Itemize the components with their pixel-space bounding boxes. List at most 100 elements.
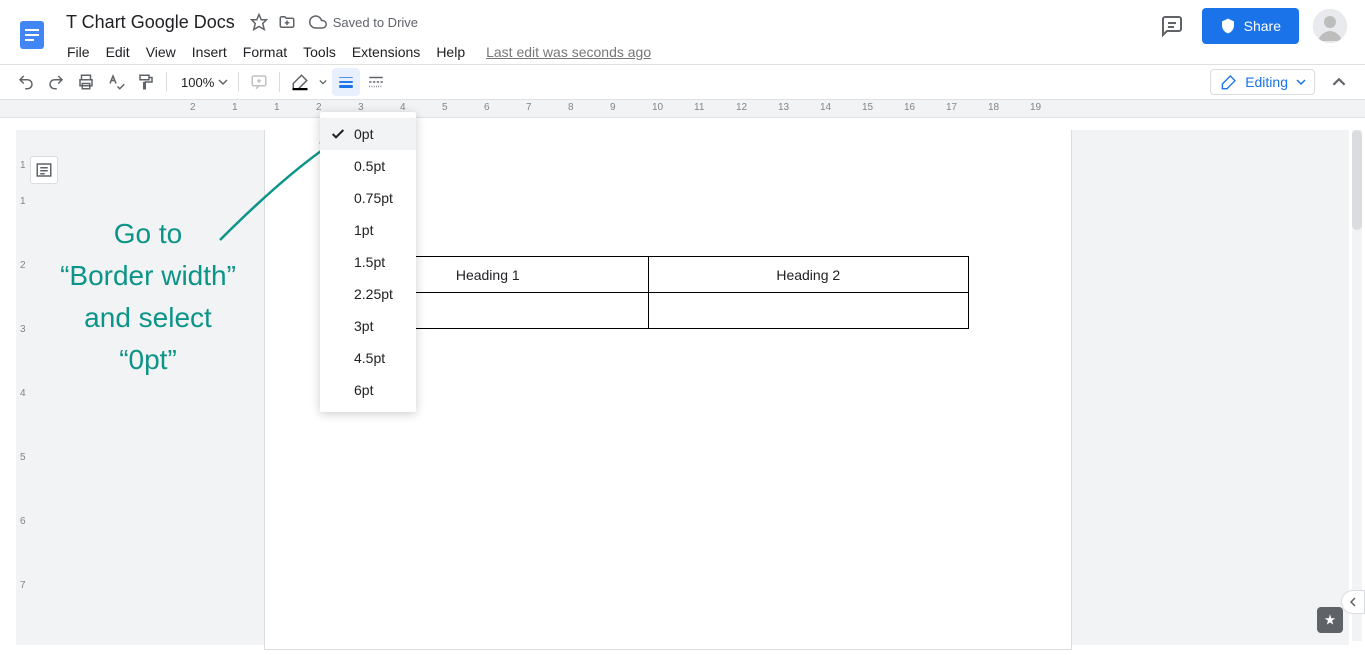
menu-format[interactable]: Format <box>236 40 294 64</box>
border-width-option-label: 4.5pt <box>354 350 385 366</box>
move-icon[interactable] <box>277 12 297 32</box>
ruler-tick: 1 <box>20 160 26 171</box>
border-width-option-label: 6pt <box>354 382 373 398</box>
ruler-tick: 7 <box>526 102 532 113</box>
ruler-tick: 10 <box>652 102 663 113</box>
outline-icon[interactable] <box>30 156 58 184</box>
ruler-tick: 6 <box>484 102 490 113</box>
add-comment-icon[interactable] <box>245 68 273 96</box>
horizontal-ruler[interactable]: 2112345678910111213141516171819 <box>0 100 1365 118</box>
ruler-tick: 12 <box>736 102 747 113</box>
undo-icon[interactable] <box>12 68 40 96</box>
annotation-line: “Border width” <box>28 255 268 297</box>
explore-icon[interactable] <box>1317 607 1343 633</box>
border-width-option-label: 0.75pt <box>354 190 393 206</box>
print-icon[interactable] <box>72 68 100 96</box>
titlebar: T Chart Google Docs Saved to Drive File … <box>0 0 1365 64</box>
border-width-option[interactable]: 0pt <box>320 118 416 150</box>
menu-insert[interactable]: Insert <box>185 40 234 64</box>
paint-format-icon[interactable] <box>132 68 160 96</box>
border-width-option-label: 0pt <box>354 126 373 142</box>
scrollbar-thumb[interactable] <box>1352 130 1362 230</box>
save-status: Saved to Drive <box>309 13 418 31</box>
ruler-tick: 9 <box>610 102 616 113</box>
ruler-tick: 8 <box>568 102 574 113</box>
share-label: Share <box>1244 18 1281 34</box>
border-width-option[interactable]: 1.5pt <box>320 246 416 278</box>
ruler-tick: 4 <box>20 388 26 399</box>
zoom-select[interactable]: 100% <box>173 75 232 90</box>
spellcheck-icon[interactable] <box>102 68 130 96</box>
ruler-tick: 2 <box>20 260 26 271</box>
ruler-tick: 5 <box>20 452 26 463</box>
ruler-tick: 1 <box>274 102 280 113</box>
redo-icon[interactable] <box>42 68 70 96</box>
ruler-tick: 1 <box>20 196 26 207</box>
workspace: 1 1 2 3 4 5 6 7 <box>16 130 1349 645</box>
vertical-ruler[interactable]: 1 1 2 3 4 5 6 7 <box>16 130 32 645</box>
side-panel-toggle-icon[interactable] <box>1341 590 1365 614</box>
annotation-line: “0pt” <box>28 339 268 381</box>
menu-file[interactable]: File <box>60 40 97 64</box>
menu-view[interactable]: View <box>139 40 183 64</box>
ruler-tick: 5 <box>442 102 448 113</box>
last-edit-link[interactable]: Last edit was seconds ago <box>486 40 651 64</box>
ruler-tick: 1 <box>232 102 238 113</box>
ruler-tick: 7 <box>20 580 26 591</box>
collapse-toolbar-icon[interactable] <box>1325 68 1353 96</box>
border-width-option-label: 0.5pt <box>354 158 385 174</box>
border-width-option[interactable]: 0.75pt <box>320 182 416 214</box>
ruler-tick: 19 <box>1030 102 1041 113</box>
comments-icon[interactable] <box>1156 10 1188 42</box>
star-icon[interactable] <box>249 12 269 32</box>
zoom-value: 100% <box>181 75 214 90</box>
table-heading-2[interactable]: Heading 2 <box>648 257 969 293</box>
annotation-line: and select <box>28 297 268 339</box>
separator <box>238 72 239 92</box>
ruler-tick: 3 <box>20 324 26 335</box>
border-width-option[interactable]: 6pt <box>320 374 416 406</box>
menu-extensions[interactable]: Extensions <box>345 40 427 64</box>
border-width-option[interactable]: 4.5pt <box>320 342 416 374</box>
share-button[interactable]: Share <box>1202 8 1299 44</box>
ruler-tick: 6 <box>20 516 26 527</box>
border-color-dropdown-icon[interactable] <box>316 68 330 96</box>
menu-help[interactable]: Help <box>429 40 472 64</box>
save-status-text: Saved to Drive <box>333 15 418 30</box>
menu-edit[interactable]: Edit <box>99 40 137 64</box>
docs-logo[interactable] <box>12 8 52 62</box>
t-chart-table[interactable]: Heading 1 Heading 2 <box>327 256 969 329</box>
ruler-tick: 16 <box>904 102 915 113</box>
border-width-option[interactable]: 0.5pt <box>320 150 416 182</box>
ruler-tick: 13 <box>778 102 789 113</box>
ruler-tick: 17 <box>946 102 957 113</box>
border-width-dropdown: 0pt 0.5pt 0.75pt 1pt 1.5pt 2.25pt 3pt 4.5pt 6pt <box>320 112 416 412</box>
border-color-icon[interactable] <box>286 68 314 96</box>
ruler-tick: 11 <box>694 102 704 113</box>
border-width-option-label: 1.5pt <box>354 254 385 270</box>
annotation-text: Go to “Border width” and select “0pt” <box>28 213 268 381</box>
ruler-tick: 14 <box>820 102 831 113</box>
avatar[interactable] <box>1313 9 1347 43</box>
ruler-tick: 2 <box>190 102 196 113</box>
doc-title[interactable]: T Chart Google Docs <box>60 10 241 35</box>
border-width-option-label: 2.25pt <box>354 286 393 302</box>
border-width-option[interactable]: 2.25pt <box>320 278 416 310</box>
editing-mode-button[interactable]: Editing <box>1210 69 1315 95</box>
border-dash-icon[interactable] <box>362 68 390 96</box>
annotation-line: Go to <box>28 213 268 255</box>
table-cell[interactable] <box>648 293 969 329</box>
separator <box>166 72 167 92</box>
border-width-option[interactable]: 1pt <box>320 214 416 246</box>
border-width-option-label: 3pt <box>354 318 373 334</box>
menu-bar: File Edit View Insert Format Tools Exten… <box>60 40 1156 64</box>
border-width-icon[interactable] <box>332 68 360 96</box>
check-icon <box>330 126 346 142</box>
border-width-option[interactable]: 3pt <box>320 310 416 342</box>
ruler-tick: 15 <box>862 102 873 113</box>
separator <box>279 72 280 92</box>
border-width-option-label: 1pt <box>354 222 373 238</box>
menu-tools[interactable]: Tools <box>296 40 343 64</box>
scrollbar[interactable] <box>1352 130 1362 641</box>
toolbar: 100% Editing <box>0 64 1365 100</box>
